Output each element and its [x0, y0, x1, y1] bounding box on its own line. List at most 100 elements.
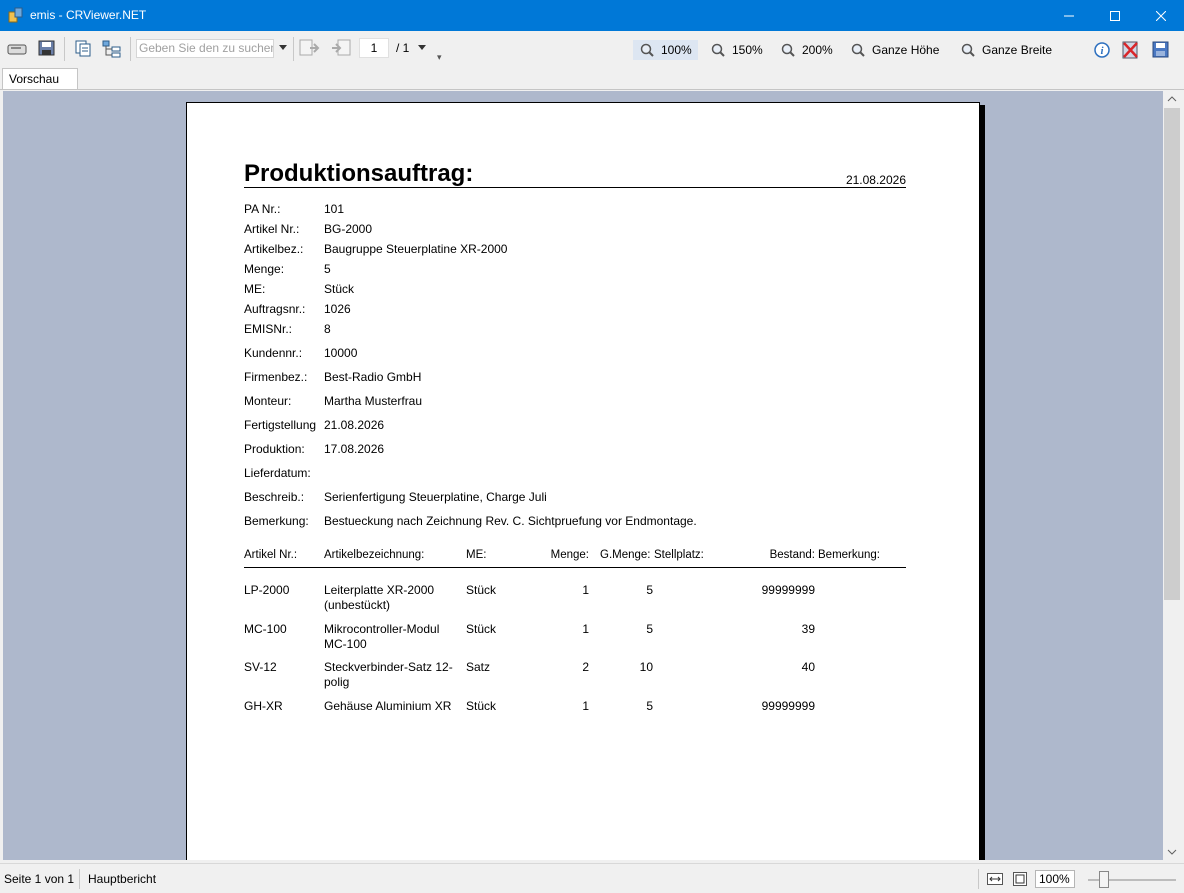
- zoom-page-width-label: Ganze Breite: [982, 43, 1053, 57]
- zoom-page-height-button[interactable]: Ganze Höhe: [850, 40, 939, 60]
- tab-vorschau[interactable]: Vorschau: [2, 68, 78, 90]
- zoom-page-width-button[interactable]: Ganze Breite: [960, 40, 1052, 60]
- field-label: Lieferdatum:: [244, 466, 311, 480]
- field-label: Kundennr.:: [244, 346, 303, 360]
- zoom-100-button[interactable]: 100%: [633, 40, 698, 60]
- app-icon: [8, 7, 23, 23]
- close-button[interactable]: [1138, 0, 1184, 31]
- field-label: ME:: [244, 282, 266, 296]
- scroll-up-icon[interactable]: [1167, 96, 1177, 102]
- export-icon: [7, 44, 27, 55]
- scrollbar-thumb[interactable]: [1164, 108, 1180, 600]
- tree-icon: [102, 40, 121, 58]
- previous-page-icon: [299, 39, 320, 56]
- zoom-level-input[interactable]: 100%: [1035, 870, 1075, 888]
- magnifier-icon: [640, 43, 654, 57]
- cell-menge: 1: [582, 583, 589, 597]
- field-label: Auftragsnr.:: [244, 302, 306, 316]
- export-button[interactable]: [7, 39, 29, 59]
- window-title: emis - CRViewer.NET: [30, 8, 147, 22]
- previous-page-button[interactable]: [298, 38, 320, 58]
- field-value: 8: [324, 322, 331, 336]
- cell-gmenge: 5: [646, 699, 653, 713]
- copy-button[interactable]: [72, 39, 94, 59]
- scroll-down-icon[interactable]: [1167, 849, 1177, 855]
- save-report-button[interactable]: [1150, 40, 1172, 60]
- field-value: 1026: [324, 302, 351, 316]
- table-column-header: Stellplatz:: [654, 549, 704, 561]
- fit-page-icon[interactable]: [1013, 872, 1027, 886]
- field-value: Stück: [324, 282, 355, 296]
- status-bar: Seite 1 von 1 Hauptbericht 100%: [0, 863, 1184, 893]
- cell-bestand: 39: [801, 622, 815, 636]
- save-icon: [38, 40, 55, 56]
- table-header-line: [244, 567, 906, 568]
- page-count: / 1: [396, 41, 410, 55]
- close-report-button[interactable]: [1120, 40, 1142, 60]
- cell-bezeichnung: Leiterplatte XR-2000 (unbestückt): [324, 583, 435, 612]
- minimize-button[interactable]: [1046, 0, 1092, 31]
- minimize-icon: [1064, 15, 1074, 16]
- cell-bezeichnung: Gehäuse Aluminium XR: [324, 699, 452, 713]
- info-icon: i: [1094, 42, 1110, 58]
- table-column-header: Bestand:: [769, 549, 815, 561]
- maximize-button[interactable]: [1092, 0, 1138, 31]
- magnifier-icon: [851, 43, 865, 57]
- cell-menge: 1: [582, 699, 589, 713]
- field-value: Baugruppe Steuerplatine XR-2000: [324, 242, 508, 256]
- field-value: 101: [324, 202, 345, 216]
- cell-me: Stück: [466, 699, 497, 713]
- cell-artikel: SV-12: [244, 660, 277, 674]
- zoom-200-button[interactable]: 200%: [780, 40, 833, 60]
- field-label: Fertigstellung: [244, 418, 317, 432]
- table-column-header: G.Menge:: [600, 549, 651, 561]
- report-page: Produktionsauftrag: 21.08.2026 PA Nr.: 10…: [186, 102, 980, 860]
- field-value: 5: [324, 262, 331, 276]
- cell-bestand: 40: [801, 660, 815, 674]
- field-label: Bemerkung:: [244, 514, 309, 528]
- search-input[interactable]: Geben Sie den zu suchen: [136, 39, 274, 58]
- field-label: Artikelbez.:: [244, 242, 304, 256]
- zoom-200-label: 200%: [802, 43, 833, 57]
- cell-bezeichnung: Steckverbinder-Satz 12-polig: [324, 660, 453, 689]
- next-page-button[interactable]: [330, 38, 352, 58]
- field-label: Menge:: [244, 262, 285, 276]
- title-bar: emis - CRViewer.NET: [0, 0, 1184, 31]
- status-page-info: Seite 1 von 1: [4, 872, 75, 886]
- toolbar-overflow-icon[interactable]: ▾: [437, 52, 442, 63]
- zoom-150-button[interactable]: 150%: [710, 40, 763, 60]
- next-page-icon: [332, 39, 351, 56]
- table-column-header: Menge:: [550, 549, 589, 561]
- field-label: Artikel Nr.:: [244, 222, 300, 236]
- field-value: Serienfertigung Steuerplatine, Charge Ju…: [324, 490, 547, 504]
- report-viewport[interactable]: Produktionsauftrag: 21.08.2026 PA Nr.: 10…: [3, 91, 1163, 860]
- table-column-header: Bemerkung:: [818, 549, 881, 561]
- zoom-slider-thumb[interactable]: [1099, 871, 1109, 888]
- search-dropdown-icon[interactable]: [279, 45, 287, 50]
- group-tree-button[interactable]: [101, 39, 123, 59]
- field-value: 10000: [324, 346, 358, 360]
- cell-artikel: GH-XR: [244, 699, 283, 713]
- copy-icon: [75, 40, 91, 57]
- save-button[interactable]: [36, 39, 58, 59]
- info-button[interactable]: i: [1091, 40, 1113, 60]
- cell-me: Satz: [466, 660, 491, 674]
- field-label: PA Nr.:: [244, 202, 281, 216]
- cell-bezeichnung: Mikrocontroller-Modul MC-100: [324, 622, 440, 651]
- field-value: Bestueckung nach Zeichnung Rev. C. Sicht…: [324, 514, 697, 528]
- vertical-scrollbar[interactable]: [1163, 91, 1181, 860]
- report-title: Produktionsauftrag:: [244, 160, 474, 187]
- table-column-header: ME:: [466, 549, 487, 561]
- cell-artikel: MC-100: [244, 622, 287, 636]
- fit-width-icon[interactable]: [987, 873, 1003, 885]
- magnifier-icon: [961, 43, 975, 57]
- table-column-header: Artikel Nr.:: [244, 549, 298, 561]
- page-dropdown-icon[interactable]: [418, 45, 426, 50]
- cell-gmenge: 5: [646, 583, 653, 597]
- page-number-input[interactable]: 1: [359, 38, 389, 58]
- field-label: Firmenbez.:: [244, 370, 308, 384]
- status-report-name: Hauptbericht: [88, 872, 157, 886]
- save-icon: [1152, 41, 1169, 58]
- zoom-100-label: 100%: [661, 43, 692, 57]
- zoom-page-height-label: Ganze Höhe: [872, 43, 940, 57]
